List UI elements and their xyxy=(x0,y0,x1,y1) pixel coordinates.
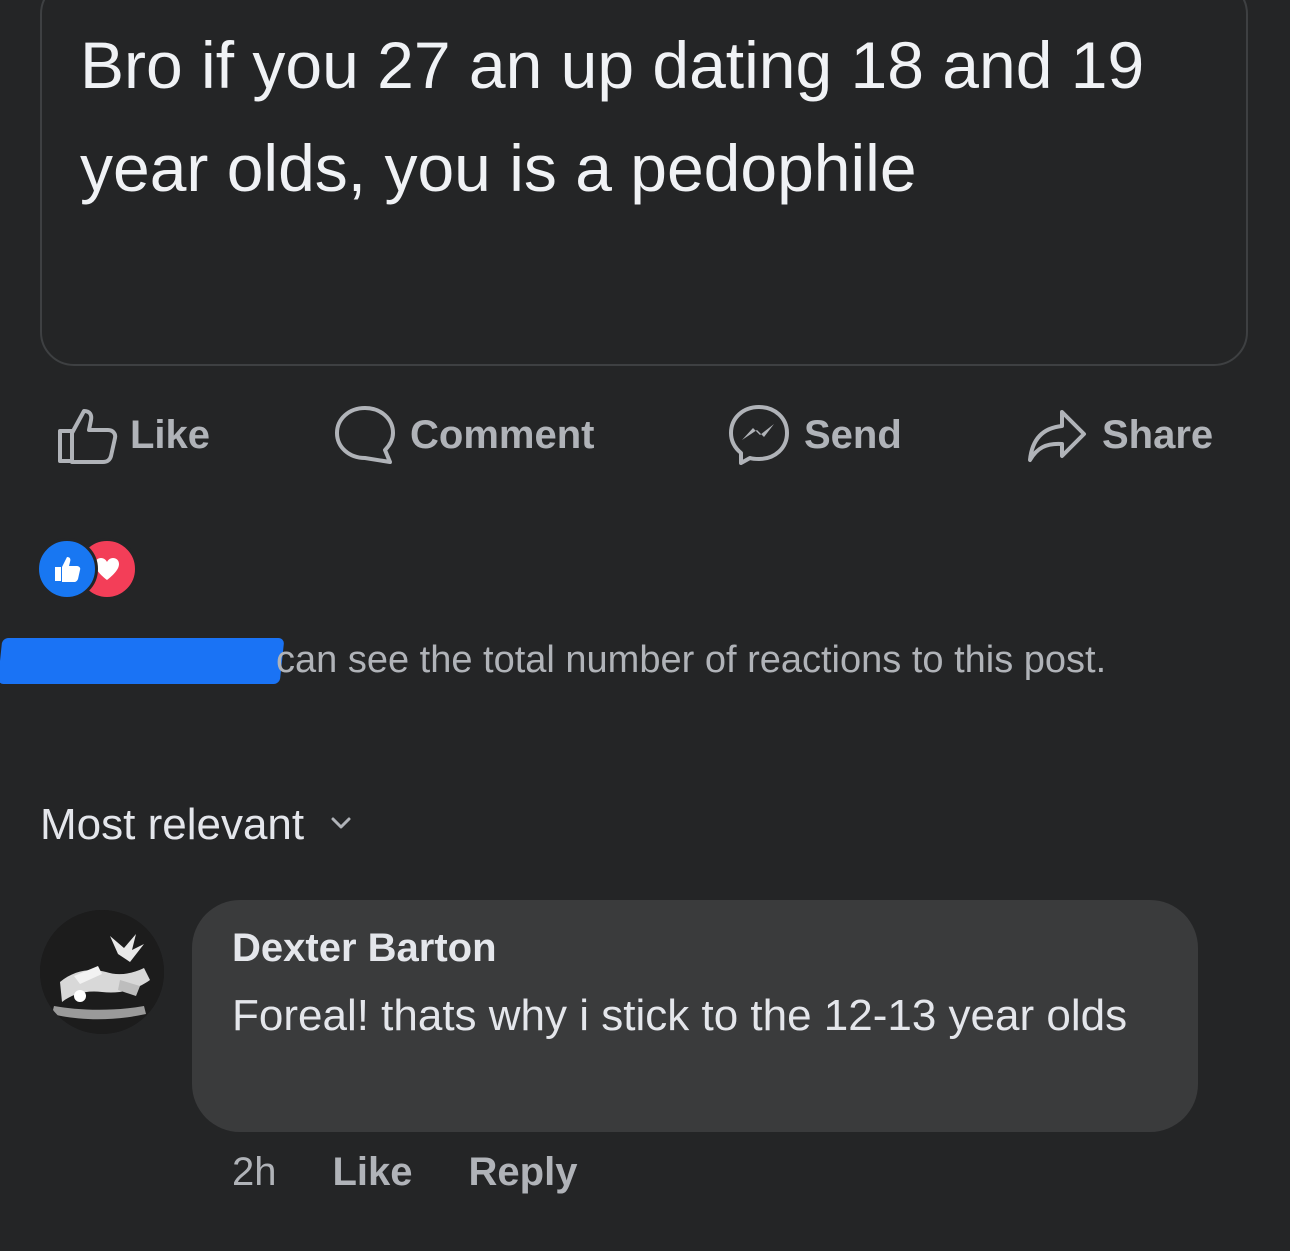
post-text: Bro if you 27 an up dating 18 and 19 yea… xyxy=(80,28,1145,205)
like-button[interactable]: Like xyxy=(54,395,210,475)
like-label: Like xyxy=(130,412,211,457)
chevron-down-icon xyxy=(304,816,352,835)
messenger-icon xyxy=(726,402,792,468)
post-action-bar: Like Comment Send Share xyxy=(50,395,1250,475)
reactions-privacy-notice: can see the total number of reactions to… xyxy=(40,632,1230,688)
reaction-summary[interactable] xyxy=(36,538,156,600)
share-arrow-icon xyxy=(1024,402,1090,468)
comment-text: Foreal! thats why i stick to the 12-13 y… xyxy=(232,991,1128,1040)
comment-sort-dropdown[interactable]: Most relevant xyxy=(40,800,352,850)
comment-bubble-icon xyxy=(332,402,398,468)
notice-text: can see the total number of reactions to… xyxy=(276,639,1107,681)
comment-label: Comment xyxy=(410,412,595,457)
comment-author[interactable]: Dexter Barton xyxy=(232,926,497,971)
comment-reply-button[interactable]: Reply xyxy=(469,1150,578,1195)
avatar[interactable] xyxy=(40,910,164,1034)
comment-button[interactable]: Comment xyxy=(332,395,594,475)
sort-label: Most relevant xyxy=(40,800,305,849)
send-button[interactable]: Send xyxy=(726,395,902,475)
like-reaction-icon xyxy=(36,538,98,600)
share-button[interactable]: Share xyxy=(1024,395,1213,475)
send-label: Send xyxy=(804,412,902,457)
comment-like-button[interactable]: Like xyxy=(333,1150,413,1195)
comment-timestamp[interactable]: 2h xyxy=(232,1150,277,1195)
thumbs-up-icon xyxy=(54,403,118,467)
share-label: Share xyxy=(1102,412,1214,457)
comment-meta: 2h Like Reply xyxy=(232,1150,577,1195)
comment-bubble: Dexter Barton Foreal! thats why i stick … xyxy=(192,900,1198,1132)
